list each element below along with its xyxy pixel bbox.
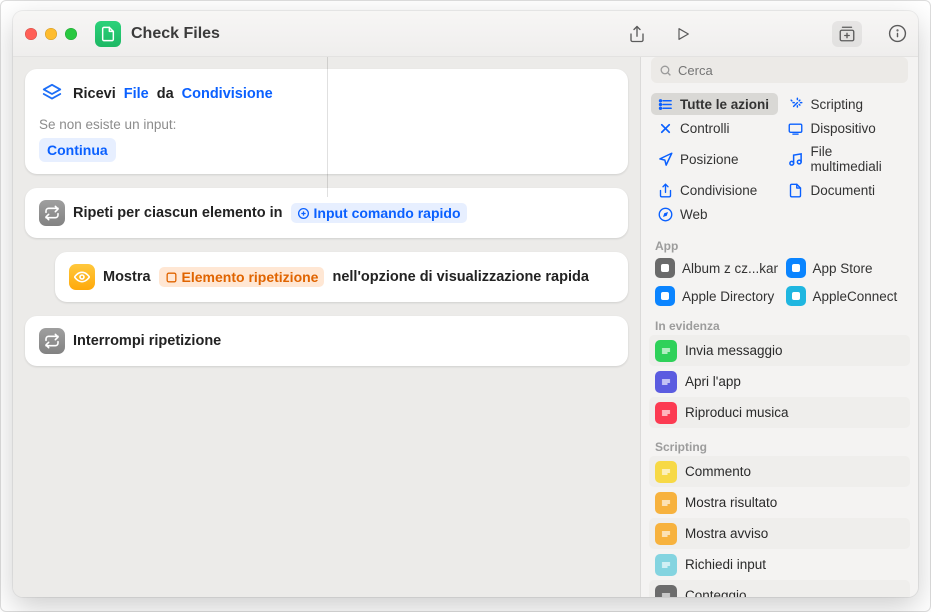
search-input[interactable] — [678, 63, 900, 78]
zoom-window-button[interactable] — [65, 28, 77, 40]
category-music[interactable]: File multimediali — [782, 141, 909, 177]
scripting-header: Scripting — [641, 434, 918, 456]
share-button[interactable] — [626, 23, 648, 45]
action-list-item[interactable]: Conteggio — [649, 580, 910, 597]
repeat-item-token[interactable]: Elemento ripetizione — [159, 267, 325, 287]
app-item[interactable]: Apple Directory — [651, 283, 778, 309]
action-list-item[interactable]: Mostra avviso — [649, 518, 910, 549]
category-share[interactable]: Condivisione — [651, 179, 778, 201]
window-controls — [25, 28, 77, 40]
app-icon — [786, 286, 806, 306]
receive-file-token[interactable]: File — [124, 86, 149, 102]
actions-sidebar: Tutte le azioniScriptingControlliDisposi… — [640, 57, 918, 597]
list-icon — [657, 96, 673, 112]
apps-list: Album z cz...kamiApp StoreApple Director… — [641, 255, 918, 313]
quicklook-icon — [69, 264, 95, 290]
featured-header: In evidenza — [641, 313, 918, 335]
app-item[interactable]: AppleConnect — [782, 283, 909, 309]
repeat-input-token[interactable]: Input comando rapido — [291, 203, 467, 223]
x-icon — [657, 120, 673, 136]
category-list[interactable]: Tutte le azioni — [651, 93, 778, 115]
action-list-item[interactable]: Richiedi input — [649, 549, 910, 580]
app-icon — [786, 258, 806, 278]
action-icon — [655, 585, 677, 598]
action-list-item[interactable]: Mostra risultato — [649, 487, 910, 518]
close-window-button[interactable] — [25, 28, 37, 40]
action-icon — [655, 371, 677, 393]
action-list-item[interactable]: Commento — [649, 456, 910, 487]
action-end-repeat[interactable]: Interrompi ripetizione — [25, 316, 628, 366]
minimize-window-button[interactable] — [45, 28, 57, 40]
search-field[interactable] — [651, 57, 908, 83]
titlebar: Check Files — [13, 11, 918, 57]
apps-header: App — [641, 233, 918, 255]
receive-icon — [39, 81, 65, 107]
library-toggle-button[interactable] — [832, 21, 862, 47]
wand-icon — [788, 96, 804, 112]
category-safari[interactable]: Web — [651, 203, 778, 225]
action-icon — [655, 402, 677, 424]
info-button[interactable] — [886, 23, 908, 45]
music-icon — [788, 151, 804, 167]
end-repeat-label: Interrompi ripetizione — [73, 333, 221, 349]
show-suffix: nell'opzione di visualizzazione rapida — [332, 269, 588, 285]
connector-line — [327, 57, 328, 197]
window-title: Check Files — [131, 25, 220, 43]
action-icon — [655, 492, 677, 514]
category-x[interactable]: Controlli — [651, 117, 778, 139]
repeat-prefix: Ripeti per ciascun elemento in — [73, 205, 283, 221]
app-window: Check Files — [13, 11, 918, 597]
shortcut-app-icon — [95, 21, 121, 47]
category-doc[interactable]: Documenti — [782, 179, 909, 201]
receive-mid: da — [157, 86, 174, 102]
receive-share-token[interactable]: Condivisione — [182, 86, 273, 102]
action-quicklook[interactable]: Mostra Elemento ripetizione nell'opzione… — [55, 252, 628, 302]
search-icon — [659, 64, 672, 77]
end-repeat-icon — [39, 328, 65, 354]
share-icon — [657, 182, 673, 198]
app-item[interactable]: App Store — [782, 255, 909, 281]
workflow-editor[interactable]: Ricevi File da Condivisione Se non esist… — [13, 57, 640, 597]
action-icon — [655, 523, 677, 545]
action-icon — [655, 461, 677, 483]
action-icon — [655, 554, 677, 576]
run-button[interactable] — [672, 23, 694, 45]
doc-icon — [788, 182, 804, 198]
location-icon — [657, 151, 673, 167]
safari-icon — [657, 206, 673, 222]
action-list-item[interactable]: Invia messaggio — [649, 335, 910, 366]
category-device[interactable]: Dispositivo — [782, 117, 909, 139]
repeat-icon — [39, 200, 65, 226]
receive-prefix: Ricevi — [73, 86, 116, 102]
category-wand[interactable]: Scripting — [782, 93, 909, 115]
category-location[interactable]: Posizione — [651, 141, 778, 177]
app-item[interactable]: Album z cz...kami — [651, 255, 778, 281]
scripting-list: CommentoMostra risultatoMostra avvisoRic… — [641, 456, 918, 597]
continue-chip[interactable]: Continua — [39, 138, 116, 162]
action-icon — [655, 340, 677, 362]
app-icon — [655, 286, 675, 306]
category-grid: Tutte le azioniScriptingControlliDisposi… — [641, 91, 918, 233]
show-prefix: Mostra — [103, 269, 151, 285]
action-list-item[interactable]: Riproduci musica — [649, 397, 910, 428]
action-list-item[interactable]: Apri l'app — [649, 366, 910, 397]
app-icon — [655, 258, 675, 278]
featured-list: Invia messaggioApri l'appRiproduci music… — [641, 335, 918, 434]
device-icon — [788, 120, 804, 136]
